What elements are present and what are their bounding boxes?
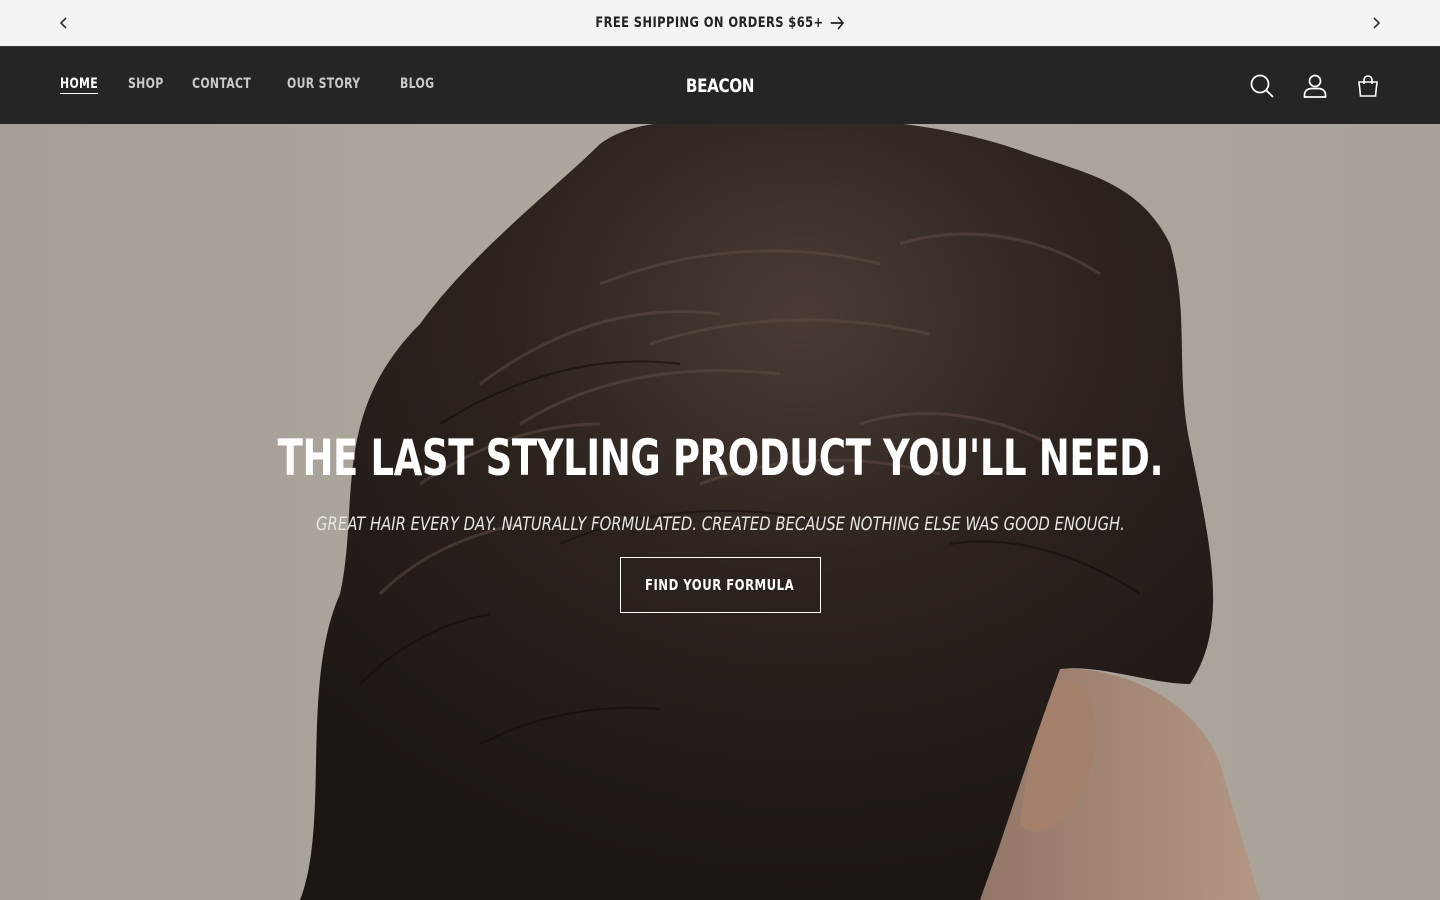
- cart-icon: [1358, 75, 1378, 97]
- announcement-prev-button[interactable]: [52, 11, 76, 35]
- site-logo[interactable]: BEACON: [680, 75, 760, 97]
- find-your-formula-button[interactable]: FIND YOUR FORMULA: [619, 557, 821, 613]
- arrow-right-icon: [830, 16, 845, 30]
- account-icon: [1303, 74, 1327, 98]
- account-button[interactable]: [1300, 71, 1330, 101]
- main-nav: HOME SHOP CONTACT OUR STORY BLOG: [60, 76, 434, 92]
- hero-content: THE LAST STYLING PRODUCT YOU'LL NEED. GR…: [0, 429, 1440, 613]
- chevron-left-icon: [59, 17, 67, 29]
- chevron-right-icon: [1373, 17, 1381, 29]
- site-header: HOME SHOP CONTACT OUR STORY BLOG BEACON: [0, 46, 1440, 124]
- announcement-link[interactable]: FREE SHIPPING ON ORDERS $65+: [595, 15, 845, 31]
- search-icon: [1250, 74, 1274, 98]
- search-button[interactable]: [1247, 71, 1277, 101]
- hero-title: THE LAST STYLING PRODUCT YOU'LL NEED.: [277, 429, 1163, 487]
- announcement-bar: FREE SHIPPING ON ORDERS $65+: [0, 0, 1440, 46]
- announcement-next-button[interactable]: [1364, 11, 1388, 35]
- nav-our-story[interactable]: OUR STORY: [287, 76, 360, 92]
- nav-contact[interactable]: CONTACT: [192, 76, 251, 92]
- hero-subtitle: GREAT HAIR EVERY DAY. NATURALLY FORMULAT…: [315, 513, 1125, 535]
- announcement-text: FREE SHIPPING ON ORDERS $65+: [595, 15, 824, 31]
- nav-shop[interactable]: SHOP: [128, 76, 164, 92]
- cart-button[interactable]: [1353, 71, 1383, 101]
- nav-blog[interactable]: BLOG: [400, 76, 434, 92]
- nav-home[interactable]: HOME: [60, 76, 98, 92]
- hero-banner: THE LAST STYLING PRODUCT YOU'LL NEED. GR…: [0, 124, 1440, 900]
- cta-label: FIND YOUR FORMULA: [645, 576, 795, 594]
